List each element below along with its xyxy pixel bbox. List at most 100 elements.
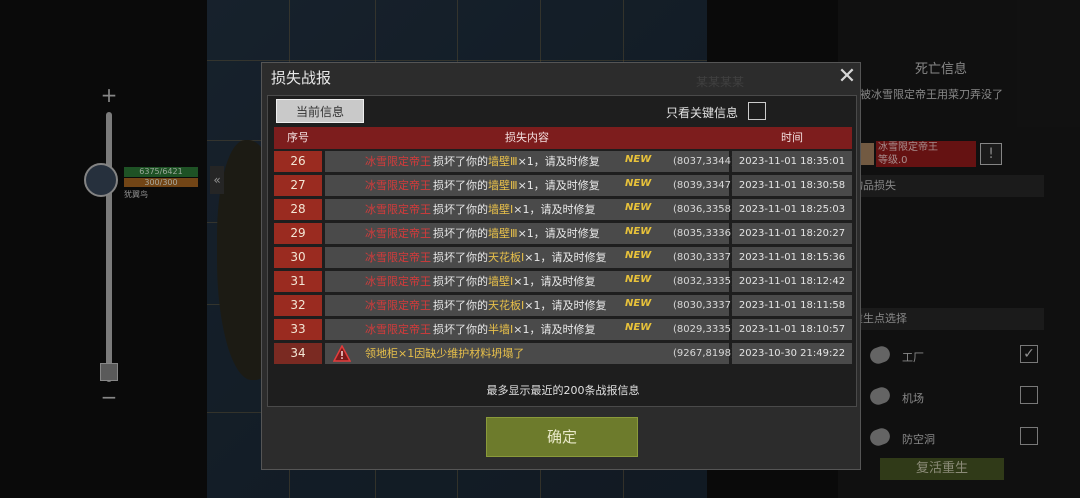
- tab-current-info[interactable]: 当前信息: [276, 99, 364, 123]
- row-message: 损坏了你的墙壁Ⅲ×1，请及时修复: [433, 223, 600, 244]
- loss-report-dialog: 损失战报 某某某某 ✕ 当前信息 只看关键信息 序号 损失内容 时间 26 冰雪限…: [261, 62, 861, 470]
- message-suffix: ×1，请及时修复: [513, 203, 596, 216]
- message-prefix: 损坏了你的: [433, 323, 488, 336]
- attacker-name[interactable]: 冰雪限定帝王: [365, 199, 431, 220]
- attacker-name[interactable]: 冰雪限定帝王: [365, 295, 431, 316]
- row-coordinate[interactable]: (8032,3335): [673, 271, 735, 292]
- damaged-item: 墙壁Ⅲ: [488, 227, 518, 240]
- new-badge: NEW: [625, 250, 652, 261]
- column-header-time: 时间: [781, 131, 803, 144]
- table-row[interactable]: 34 领地柜×1因缺少维护材料坍塌了 (9267,8198) 2023-10-3…: [274, 343, 852, 364]
- row-content: 领地柜×1因缺少维护材料坍塌了 (9267,8198): [325, 343, 735, 364]
- table-header: 序号 损失内容 时间: [274, 127, 852, 149]
- key-only-label: 只看关键信息: [666, 106, 739, 120]
- row-number: 28: [274, 199, 322, 220]
- new-badge: NEW: [625, 298, 652, 309]
- dialog-watermark: 某某某某: [696, 75, 745, 89]
- row-message: 损坏了你的墙壁Ⅲ×1，请及时修复: [433, 175, 600, 196]
- confirm-button[interactable]: 确定: [486, 417, 638, 457]
- table-row[interactable]: 26 冰雪限定帝王 损坏了你的墙壁Ⅲ×1，请及时修复 NEW (8037,3344) 20…: [274, 151, 852, 172]
- message-suffix: ×1，请及时修复: [513, 275, 596, 288]
- table-row[interactable]: 27 冰雪限定帝王 损坏了你的墙壁Ⅲ×1，请及时修复 NEW (8039,3347) 20…: [274, 175, 852, 196]
- message-prefix: 损坏了你的: [433, 179, 488, 192]
- column-header-num: 序号: [287, 131, 309, 144]
- row-coordinate[interactable]: (8030,3337): [673, 295, 735, 316]
- attacker-name[interactable]: 冰雪限定帝王: [365, 271, 431, 292]
- message-suffix: ×1，请及时修复: [513, 323, 596, 336]
- message-prefix: 损坏了你的: [433, 203, 488, 216]
- row-number: 29: [274, 223, 322, 244]
- message-prefix: 损坏了你的: [433, 227, 488, 240]
- message-prefix: 损坏了你的: [433, 299, 488, 312]
- row-coordinate[interactable]: (8030,3337): [673, 247, 735, 268]
- row-content: 冰雪限定帝王 损坏了你的墙壁Ⅲ×1，请及时修复 NEW (8035,3336): [325, 223, 735, 244]
- attacker-name[interactable]: 冰雪限定帝王: [365, 319, 431, 340]
- report-list-panel: 当前信息 只看关键信息 序号 损失内容 时间 26 冰雪限定帝王 损坏了你的墙壁Ⅲ×…: [267, 95, 857, 407]
- damaged-item: 墙壁Ⅰ: [488, 275, 514, 288]
- row-coordinate[interactable]: (8036,3358): [673, 199, 735, 220]
- new-badge: NEW: [625, 202, 652, 213]
- row-coordinate[interactable]: (8037,3344): [673, 151, 735, 172]
- warning-triangle-icon: [333, 345, 351, 362]
- message-suffix: ×1，请及时修复: [517, 179, 600, 192]
- row-coordinate[interactable]: (8029,3335): [673, 319, 735, 340]
- row-number: 32: [274, 295, 322, 316]
- row-content: 冰雪限定帝王 损坏了你的墙壁Ⅰ×1，请及时修复 NEW (8032,3335): [325, 271, 735, 292]
- new-badge: NEW: [625, 154, 652, 165]
- table-row[interactable]: 28 冰雪限定帝王 损坏了你的墙壁Ⅰ×1，请及时修复 NEW (8036,3358) 20…: [274, 199, 852, 220]
- row-time: 2023-11-01 18:12:42: [732, 271, 852, 292]
- row-coordinate[interactable]: (8035,3336): [673, 223, 735, 244]
- row-content: 冰雪限定帝王 损坏了你的墙壁Ⅲ×1，请及时修复 NEW (8037,3344): [325, 151, 735, 172]
- message-suffix: ×1，请及时修复: [517, 227, 600, 240]
- table-row[interactable]: 33 冰雪限定帝王 损坏了你的半墙Ⅰ×1，请及时修复 NEW (8029,3335) 20…: [274, 319, 852, 340]
- row-content: 冰雪限定帝王 损坏了你的墙壁Ⅰ×1，请及时修复 NEW (8036,3358): [325, 199, 735, 220]
- row-message: 损坏了你的天花板Ⅰ×1，请及时修复: [433, 295, 606, 316]
- row-time: 2023-10-30 21:49:22: [732, 343, 852, 364]
- row-coordinate[interactable]: (8039,3347): [673, 175, 735, 196]
- new-badge: NEW: [625, 178, 652, 189]
- row-time: 2023-11-01 18:20:27: [732, 223, 852, 244]
- row-time: 2023-11-01 18:30:58: [732, 175, 852, 196]
- row-number: 31: [274, 271, 322, 292]
- column-header-content: 损失内容: [505, 131, 549, 144]
- message-suffix: ×1，请及时修复: [524, 251, 607, 264]
- footer-note: 最多显示最近的200条战报信息: [486, 384, 640, 397]
- damaged-item: 墙壁Ⅲ: [488, 179, 518, 192]
- attacker-name[interactable]: 冰雪限定帝王: [365, 223, 431, 244]
- table-row[interactable]: 30 冰雪限定帝王 损坏了你的天花板Ⅰ×1，请及时修复 NEW (8030,3337) 2…: [274, 247, 852, 268]
- row-time: 2023-11-01 18:25:03: [732, 199, 852, 220]
- row-message: 损坏了你的半墙Ⅰ×1，请及时修复: [433, 319, 595, 340]
- table-row[interactable]: 32 冰雪限定帝王 损坏了你的天花板Ⅰ×1，请及时修复 NEW (8030,3337) 2…: [274, 295, 852, 316]
- close-icon[interactable]: ✕: [836, 66, 858, 89]
- row-time: 2023-11-01 18:35:01: [732, 151, 852, 172]
- damaged-item: 墙壁Ⅰ: [488, 203, 514, 216]
- attacker-name[interactable]: 冰雪限定帝王: [365, 151, 431, 172]
- row-coordinate[interactable]: (9267,8198): [673, 343, 735, 364]
- key-only-checkbox[interactable]: [748, 102, 766, 120]
- new-badge: NEW: [625, 226, 652, 237]
- row-message: 损坏了你的墙壁Ⅲ×1，请及时修复: [433, 151, 600, 172]
- message-prefix: 损坏了你的: [433, 275, 488, 288]
- table-row[interactable]: 29 冰雪限定帝王 损坏了你的墙壁Ⅲ×1，请及时修复 NEW (8035,3336) 20…: [274, 223, 852, 244]
- damaged-item: 半墙Ⅰ: [488, 323, 514, 336]
- new-badge: NEW: [625, 322, 652, 333]
- dialog-title: 损失战报: [271, 69, 332, 87]
- row-number: 26: [274, 151, 322, 172]
- table-row[interactable]: 31 冰雪限定帝王 损坏了你的墙壁Ⅰ×1，请及时修复 NEW (8032,3335) 20…: [274, 271, 852, 292]
- row-time: 2023-11-01 18:15:36: [732, 247, 852, 268]
- row-content: 冰雪限定帝王 损坏了你的墙壁Ⅲ×1，请及时修复 NEW (8039,3347): [325, 175, 735, 196]
- row-content: 冰雪限定帝王 损坏了你的半墙Ⅰ×1，请及时修复 NEW (8029,3335): [325, 319, 735, 340]
- row-time: 2023-11-01 18:10:57: [732, 319, 852, 340]
- damaged-item: 墙壁Ⅲ: [488, 155, 518, 168]
- row-number: 33: [274, 319, 322, 340]
- row-content: 冰雪限定帝王 损坏了你的天花板Ⅰ×1，请及时修复 NEW (8030,3337): [325, 247, 735, 268]
- message-suffix: ×1，请及时修复: [524, 299, 607, 312]
- damaged-item: 天花板Ⅰ: [488, 299, 525, 312]
- attacker-name[interactable]: 冰雪限定帝王: [365, 247, 431, 268]
- row-message: 损坏了你的天花板Ⅰ×1，请及时修复: [433, 247, 606, 268]
- row-number: 27: [274, 175, 322, 196]
- row-content: 冰雪限定帝王 损坏了你的天花板Ⅰ×1，请及时修复 NEW (8030,3337): [325, 295, 735, 316]
- message-suffix: ×1，请及时修复: [517, 155, 600, 168]
- attacker-name[interactable]: 冰雪限定帝王: [365, 175, 431, 196]
- row-number: 34: [274, 343, 322, 364]
